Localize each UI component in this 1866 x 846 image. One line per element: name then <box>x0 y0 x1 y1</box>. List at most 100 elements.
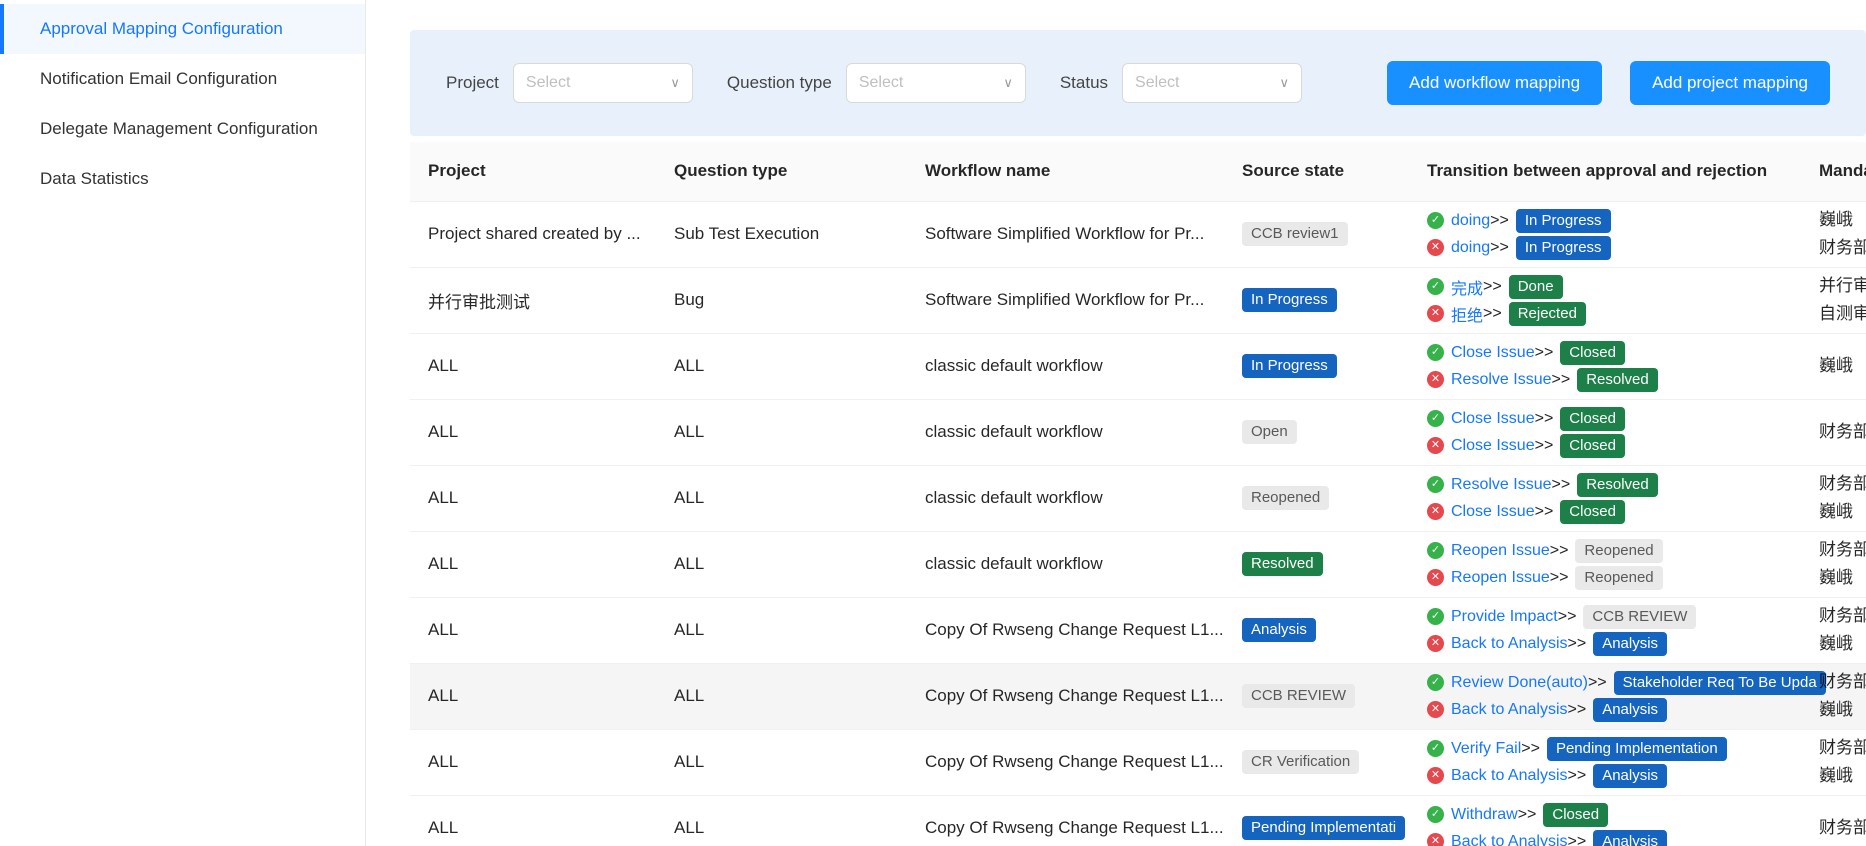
column-header-source-state: Source state <box>1224 142 1409 202</box>
reject-action-link[interactable]: Back to Analysis <box>1451 833 1568 846</box>
check-circle-icon <box>1427 806 1444 823</box>
approve-transition: Resolve Issue>> Resolved <box>1427 472 1783 497</box>
transition-separator: >> <box>1567 634 1587 652</box>
cell-source-state: In Progress <box>1224 333 1409 400</box>
approve-action-link[interactable]: Review Done(auto) <box>1451 674 1588 692</box>
add-project-mapping-button[interactable]: Add project mapping <box>1630 61 1830 105</box>
sidebar-item-label: Notification Email Configuration <box>40 69 278 88</box>
mandatory-approver: 巍峨 <box>1819 634 1853 653</box>
transition-separator: >> <box>1534 502 1554 520</box>
add-workflow-mapping-button[interactable]: Add workflow mapping <box>1387 61 1603 105</box>
reject-transition: Back to Analysis>> Analysis <box>1427 829 1783 846</box>
sidebar-item-notification-email-configuration[interactable]: Notification Email Configuration <box>0 54 365 104</box>
cell-question-type: ALL <box>656 531 907 598</box>
cell-workflow-name: Copy Of Rwseng Change Request L1... <box>907 663 1224 730</box>
approve-transition: Withdraw>> Closed <box>1427 802 1783 827</box>
source-state-badge: In Progress <box>1242 288 1337 312</box>
transition-separator: >> <box>1521 739 1540 757</box>
transition-separator: >> <box>1551 370 1571 388</box>
status-filter-select[interactable]: Select <box>1122 63 1303 103</box>
check-circle-icon <box>1427 410 1444 427</box>
project-filter-select[interactable]: Select <box>512 63 693 103</box>
table-row: ALL ALL Copy Of Rwseng Change Request L1… <box>410 597 1866 664</box>
cell-workflow-name: Software Simplified Workflow for Pr... <box>907 267 1224 334</box>
cell-project: ALL <box>410 597 656 664</box>
cell-project: 并行审批测试 <box>410 267 656 334</box>
column-header-mandatory: Mandat <box>1801 142 1866 202</box>
cell-project: ALL <box>410 399 656 466</box>
close-circle-icon <box>1427 635 1444 652</box>
check-circle-icon <box>1427 278 1444 295</box>
reject-transition: Close Issue>> Closed <box>1427 433 1783 458</box>
source-state-badge: Pending Implementati <box>1242 816 1406 840</box>
approve-action-link[interactable]: Close Issue <box>1451 410 1535 428</box>
check-circle-icon <box>1427 740 1444 757</box>
approve-target-badge: Reopened <box>1575 538 1663 563</box>
sidebar-item-delegate-management-configuration[interactable]: Delegate Management Configuration <box>0 104 365 154</box>
cell-source-state: CCB review1 <box>1224 201 1409 268</box>
approve-action-link[interactable]: doing <box>1451 212 1490 230</box>
reject-action-link[interactable]: Back to Analysis <box>1451 701 1568 719</box>
app-root: Approval Mapping Configuration Notificat… <box>0 0 1866 846</box>
mandatory-approver: 巍峨 <box>1819 356 1853 375</box>
mandatory-approver: 财务部门 <box>1819 606 1866 625</box>
close-circle-icon <box>1427 833 1444 846</box>
cell-source-state: Pending Implementati <box>1224 795 1409 846</box>
table-row: ALL ALL Copy Of Rwseng Change Request L1… <box>410 795 1866 846</box>
reject-action-link[interactable]: Reopen Issue <box>1451 569 1550 587</box>
question-type-filter-select[interactable]: Select <box>845 63 1026 103</box>
cell-project: Project shared created by ... <box>410 201 656 268</box>
approve-action-link[interactable]: Withdraw <box>1451 806 1518 824</box>
approve-transition: doing>> In Progress <box>1427 208 1783 233</box>
transition-separator: >> <box>1534 436 1554 454</box>
table-row: ALL ALL classic default workflow Resolve… <box>410 531 1866 598</box>
transition-separator: >> <box>1534 343 1554 361</box>
reject-target-badge: Closed <box>1560 433 1625 458</box>
close-circle-icon <box>1427 239 1444 256</box>
transition-separator: >> <box>1517 805 1537 823</box>
mandatory-approver: 巍峨 <box>1819 568 1853 587</box>
reject-target-badge: Analysis <box>1593 763 1668 788</box>
approve-action-link[interactable]: 完成 <box>1451 275 1483 299</box>
source-state-badge: Open <box>1242 420 1297 444</box>
approve-action-link[interactable]: Reopen Issue <box>1451 542 1550 560</box>
sidebar-item-data-statistics[interactable]: Data Statistics <box>0 154 365 204</box>
approve-action-link[interactable]: Close Issue <box>1451 344 1535 362</box>
reject-action-link[interactable]: Back to Analysis <box>1451 635 1568 653</box>
reject-action-link[interactable]: Close Issue <box>1451 437 1535 455</box>
reject-action-link[interactable]: 拒绝 <box>1451 302 1483 326</box>
approve-action-link[interactable]: Provide Impact <box>1451 608 1558 626</box>
approve-transition: Reopen Issue>> Reopened <box>1427 538 1783 563</box>
sidebar-item-label: Approval Mapping Configuration <box>40 19 283 38</box>
cell-source-state: In Progress <box>1224 267 1409 334</box>
reject-transition: Back to Analysis>> Analysis <box>1427 697 1783 722</box>
approve-action-link[interactable]: Resolve Issue <box>1451 476 1552 494</box>
reject-target-badge: In Progress <box>1515 235 1611 260</box>
approve-action-link[interactable]: Verify Fail <box>1451 740 1521 758</box>
cell-workflow-name: classic default workflow <box>907 465 1224 532</box>
reject-action-link[interactable]: Back to Analysis <box>1451 767 1568 785</box>
approve-transition: Close Issue>> Closed <box>1427 406 1783 431</box>
reject-transition: Resolve Issue>> Resolved <box>1427 367 1783 392</box>
mandatory-approver: 自测审批 <box>1819 304 1866 323</box>
reject-action-link[interactable]: Resolve Issue <box>1451 371 1552 389</box>
close-circle-icon <box>1427 305 1444 322</box>
reject-action-link[interactable]: doing <box>1451 239 1490 257</box>
main-content: Project Select Question type Select Stat… <box>366 0 1866 846</box>
column-header-workflow-name: Workflow name <box>907 142 1224 202</box>
reject-target-badge: Resolved <box>1577 367 1658 392</box>
mandatory-approver: 财务部门 <box>1819 672 1866 691</box>
cell-question-type: ALL <box>656 729 907 796</box>
cell-transition: Close Issue>> Closed Resolve Issue>> Res… <box>1409 333 1801 400</box>
table-row: Project shared created by ... Sub Test E… <box>410 201 1866 268</box>
close-circle-icon <box>1427 371 1444 388</box>
transition-separator: >> <box>1587 673 1607 691</box>
reject-action-link[interactable]: Close Issue <box>1451 503 1535 521</box>
sidebar-item-approval-mapping-configuration[interactable]: Approval Mapping Configuration <box>0 4 365 54</box>
mandatory-approver: 财务部门 <box>1819 540 1866 559</box>
transition-separator: >> <box>1557 607 1577 625</box>
filter-bar-actions: Add workflow mapping Add project mapping <box>1387 61 1830 105</box>
select-placeholder: Select <box>858 74 904 91</box>
source-state-badge: CR Verification <box>1242 750 1360 774</box>
mandatory-approver: 财务部门 <box>1819 818 1866 837</box>
